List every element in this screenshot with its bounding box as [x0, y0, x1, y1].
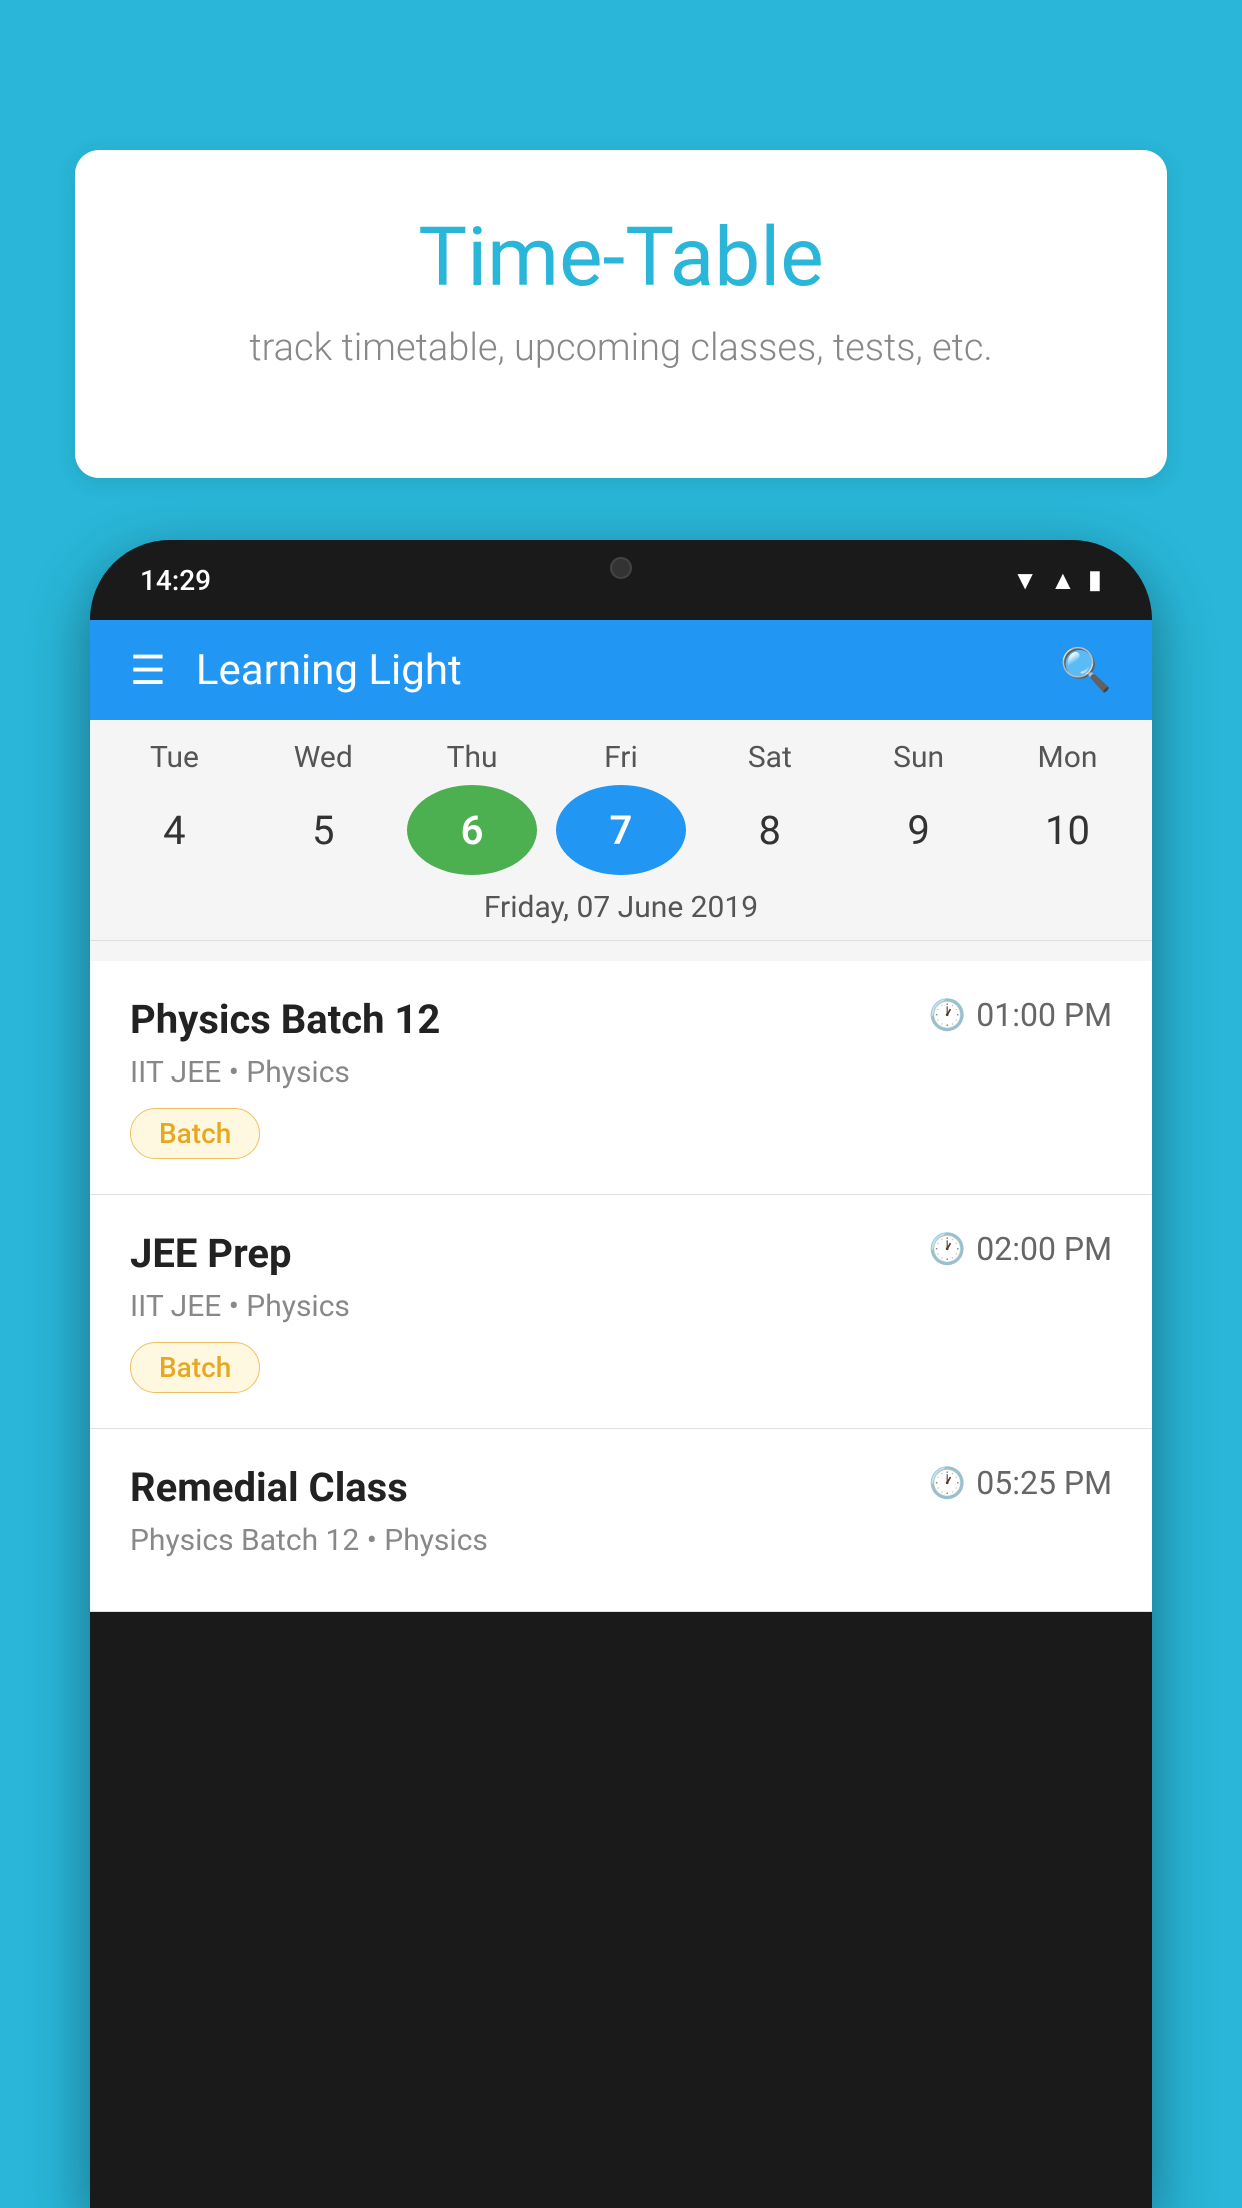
battery-icon: ▮	[1088, 565, 1102, 595]
batch-tag-2: Batch	[130, 1342, 260, 1393]
phone-frame: 14:29 ▼ ▲ ▮ ☰ Learning Light 🔍 Tue Wed T…	[90, 540, 1152, 2208]
hamburger-icon[interactable]: ☰	[130, 647, 166, 694]
day-name-mon[interactable]: Mon	[1002, 740, 1132, 775]
day-name-sat[interactable]: Sat	[705, 740, 835, 775]
event-time-2: 🕐 02:00 PM	[929, 1230, 1112, 1268]
phone-status-right: ▼ ▲ ▮	[1012, 565, 1102, 596]
phone-screen: ☰ Learning Light 🔍 Tue Wed Thu Fri Sat S…	[90, 620, 1152, 1612]
day-names-row: Tue Wed Thu Fri Sat Sun Mon	[90, 740, 1152, 785]
event-subtitle-2: IIT JEE • Physics	[130, 1289, 1112, 1324]
event-title-3: Remedial Class	[130, 1464, 408, 1511]
day-8[interactable]: 8	[705, 785, 835, 875]
event-header-3: Remedial Class 🕐 05:25 PM	[130, 1464, 1112, 1511]
day-numbers-row: 4 5 6 7 8 9 10	[90, 785, 1152, 890]
phone-notch	[541, 540, 701, 595]
day-name-thu[interactable]: Thu	[407, 740, 537, 775]
event-time-1: 🕐 01:00 PM	[929, 996, 1112, 1034]
event-time-value-2: 02:00 PM	[976, 1230, 1112, 1268]
batch-tag-1: Batch	[130, 1108, 260, 1159]
signal-icon: ▲	[1050, 565, 1076, 596]
event-card-1[interactable]: Physics Batch 12 🕐 01:00 PM IIT JEE • Ph…	[90, 961, 1152, 1195]
event-title-2: JEE Prep	[130, 1230, 291, 1277]
events-container: Physics Batch 12 🕐 01:00 PM IIT JEE • Ph…	[90, 961, 1152, 1612]
day-name-wed[interactable]: Wed	[258, 740, 388, 775]
day-7-selected[interactable]: 7	[556, 785, 686, 875]
status-time: 14:29	[140, 564, 211, 597]
event-header-2: JEE Prep 🕐 02:00 PM	[130, 1230, 1112, 1277]
speech-bubble: Time-Table track timetable, upcoming cla…	[75, 150, 1167, 478]
event-time-value-3: 05:25 PM	[976, 1464, 1112, 1502]
day-4[interactable]: 4	[109, 785, 239, 875]
app-bar: ☰ Learning Light 🔍	[90, 620, 1152, 720]
day-9[interactable]: 9	[854, 785, 984, 875]
camera-dot	[610, 557, 632, 579]
event-time-3: 🕐 05:25 PM	[929, 1464, 1112, 1502]
calendar-strip: Tue Wed Thu Fri Sat Sun Mon 4 5 6 7 8 9 …	[90, 720, 1152, 961]
day-name-fri[interactable]: Fri	[556, 740, 686, 775]
day-10[interactable]: 10	[1002, 785, 1132, 875]
event-card-3[interactable]: Remedial Class 🕐 05:25 PM Physics Batch …	[90, 1429, 1152, 1612]
clock-icon-3: 🕐	[929, 1466, 966, 1501]
event-time-value-1: 01:00 PM	[976, 996, 1112, 1034]
event-subtitle-1: IIT JEE • Physics	[130, 1055, 1112, 1090]
search-icon[interactable]: 🔍	[1060, 646, 1112, 695]
bubble-title: Time-Table	[145, 210, 1097, 306]
phone-top-bar: 14:29 ▼ ▲ ▮	[90, 540, 1152, 620]
day-6-today[interactable]: 6	[407, 785, 537, 875]
day-name-sun[interactable]: Sun	[854, 740, 984, 775]
event-card-2[interactable]: JEE Prep 🕐 02:00 PM IIT JEE • Physics Ba…	[90, 1195, 1152, 1429]
selected-date-label: Friday, 07 June 2019	[90, 890, 1152, 941]
day-5[interactable]: 5	[258, 785, 388, 875]
clock-icon-2: 🕐	[929, 1232, 966, 1267]
event-subtitle-3: Physics Batch 12 • Physics	[130, 1523, 1112, 1558]
wifi-icon: ▼	[1012, 565, 1038, 596]
event-title-1: Physics Batch 12	[130, 996, 440, 1043]
bubble-subtitle: track timetable, upcoming classes, tests…	[145, 326, 1097, 370]
app-title: Learning Light	[196, 646, 1060, 695]
event-header-1: Physics Batch 12 🕐 01:00 PM	[130, 996, 1112, 1043]
day-name-tue[interactable]: Tue	[109, 740, 239, 775]
speech-bubble-container: Time-Table track timetable, upcoming cla…	[75, 150, 1167, 478]
clock-icon-1: 🕐	[929, 998, 966, 1033]
